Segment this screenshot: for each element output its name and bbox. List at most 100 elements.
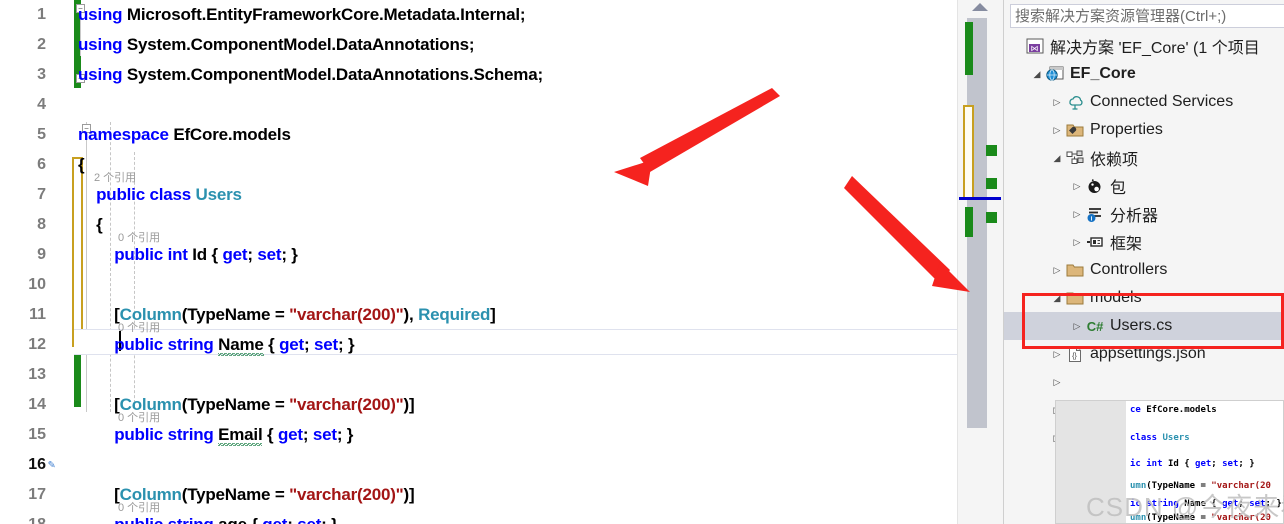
solution-explorer-row-label: EF_Core [1070,65,1136,82]
solution-explorer-row[interactable]: ⋈ 解决方案 'EF_Core' (1 个项目 [1004,32,1284,60]
solution-explorer-row-label: Controllers [1090,261,1168,278]
expand-triangle-icon[interactable]: ▷ [1050,368,1064,396]
line-number: 11 [29,306,46,323]
expand-triangle-icon[interactable]: ▷ [1070,228,1084,256]
solution-explorer-row[interactable]: ▷ Controllers [1004,256,1284,284]
code-line-text: { [78,155,85,174]
codelens-reference-count[interactable]: 0 个引用 [118,230,160,246]
line-number: 9 [37,246,46,263]
code-preview-popup: ce EfCore.models class Users ic int Id { g… [1055,400,1284,524]
folder-icon [1064,256,1086,284]
scrollmap-marker-3 [986,212,997,223]
solution-explorer-row[interactable]: ◢ 依赖项 [1004,144,1284,172]
project-web-icon [1044,60,1066,88]
line-number: 1 [37,6,46,23]
solution-explorer-row-label: Connected Services [1090,93,1234,110]
scrollmap-change-saved-bottom [965,207,973,237]
code-line[interactable]: 10 [0,270,957,300]
scrollmap-caret-marker [959,197,1001,200]
code-line-text: namespace EfCore.models [78,125,291,144]
scroll-up-arrow-icon[interactable] [972,3,988,11]
connected-services-icon [1064,88,1086,116]
line-number: 7 [37,186,46,203]
code-line[interactable]: 4 [0,90,957,120]
codelens-reference-count[interactable]: 0 个引用 [118,410,160,426]
line-number: 2 [37,36,46,53]
svg-text:{}: {} [1072,353,1077,360]
solution-icon: ⋈ [1024,32,1046,60]
line-number: 6 [37,156,46,173]
code-editor-pane[interactable]: − − − 1 using Microsoft.EntityFrameworkCo… [0,0,957,524]
blank-icon [1064,368,1086,396]
solution-explorer-row-label: 依赖项 [1090,152,1139,169]
code-line[interactable]: 5 namespace EfCore.models [0,120,957,150]
solution-explorer-search-input[interactable]: 搜索解决方案资源管理器(Ctrl+;) [1010,4,1284,28]
line-number: 16 [28,456,46,473]
scrollmap-change-unsaved [963,105,974,200]
code-line[interactable]: 7 public class Users [0,180,957,210]
code-text-area[interactable]: 1 using Microsoft.EntityFrameworkCore.Met… [0,0,957,524]
code-line[interactable]: 3 using System.ComponentModel.DataAnnotat… [0,60,957,90]
code-line-text: using System.ComponentModel.DataAnnotati… [78,35,475,54]
preview-code-line: umn(TypeName = "varchar(20 [1130,513,1271,523]
frameworks-icon [1084,228,1106,256]
solution-explorer-row[interactable]: ▷ Properties [1004,116,1284,144]
solution-explorer-row-label: 框架 [1110,236,1143,253]
no-expander [1010,32,1024,60]
line-number: 8 [37,216,46,233]
solution-explorer-row[interactable]: ◢ EF_Core [1004,60,1284,88]
expand-triangle-icon[interactable]: ▷ [1070,172,1084,200]
line-number: 12 [28,336,46,353]
expand-triangle-icon[interactable]: ▷ [1050,116,1064,144]
code-line[interactable]: 13 [0,360,957,390]
preview-code-line: class Users [1130,433,1190,443]
solution-explorer-row-label: 解决方案 'EF_Core' (1 个项目 [1050,40,1260,57]
preview-code-line: umn(TypeName = "varchar(20 [1130,481,1271,491]
preview-code-line: ic int Id { get; set; } [1130,459,1255,469]
line-number: 4 [37,96,46,113]
code-line-text: public int Id { get; set; } [114,245,298,264]
preview-code-line: ic string Name { get; set; } [1130,499,1282,509]
scrollmap-change-saved-top [965,22,973,75]
line-number: 15 [28,426,46,443]
collapse-triangle-icon[interactable]: ◢ [1050,144,1064,172]
solution-explorer-row[interactable]: ▷ 框架 [1004,228,1284,256]
codelens-reference-count[interactable]: 0 个引用 [118,500,160,516]
expand-triangle-icon[interactable]: ▷ [1070,200,1084,228]
code-line-text: using Microsoft.EntityFrameworkCore.Meta… [78,5,526,24]
line-number: 10 [28,276,46,293]
preview-code-line: ce EfCore.models [1130,405,1217,415]
code-line[interactable]: 2 using System.ComponentModel.DataAnnotat… [0,30,957,60]
code-line-text: public string age { get; set; } [78,510,338,524]
analyzers-icon: i [1084,200,1106,228]
solution-explorer-row[interactable]: ▷ i 分析器 [1004,200,1284,228]
solution-explorer-row[interactable]: ▷ 包 [1004,172,1284,200]
expand-triangle-icon[interactable]: ▷ [1050,256,1064,284]
code-line[interactable]: 6{ [0,150,957,180]
line-number: 3 [37,66,46,83]
line-number: 13 [28,366,46,383]
pencil-edit-icon: ✎ [48,457,56,471]
solution-explorer-row[interactable]: ▷ Connected Services [1004,88,1284,116]
solution-explorer-row-label: Properties [1090,121,1163,138]
code-line[interactable]: 16 ✎ [0,450,957,480]
vertical-scrollbar-margin[interactable] [957,0,1003,524]
codelens-reference-count[interactable]: 2 个引用 [94,170,136,186]
popup-blank-area [1056,401,1126,523]
code-line-text: { [78,215,103,234]
line-number: 17 [28,486,46,503]
scrollmap-marker-2 [986,178,997,189]
line-number: 14 [28,396,46,413]
code-line[interactable]: 1 using Microsoft.EntityFrameworkCore.Met… [0,0,957,30]
dependencies-icon [1064,144,1086,172]
solution-explorer-row-label: 分析器 [1110,208,1159,225]
properties-folder-icon [1064,116,1086,144]
scrollmap-marker-1 [986,145,997,156]
solution-explorer-row-label: 包 [1110,180,1127,197]
collapse-triangle-icon[interactable]: ◢ [1030,60,1044,88]
solution-explorer-row[interactable]: ▷ [1004,368,1284,396]
svg-text:i: i [1091,216,1093,223]
expand-triangle-icon[interactable]: ▷ [1050,88,1064,116]
codelens-reference-count[interactable]: 0 个引用 [118,320,160,336]
code-line-text: using System.ComponentModel.DataAnnotati… [78,65,543,84]
